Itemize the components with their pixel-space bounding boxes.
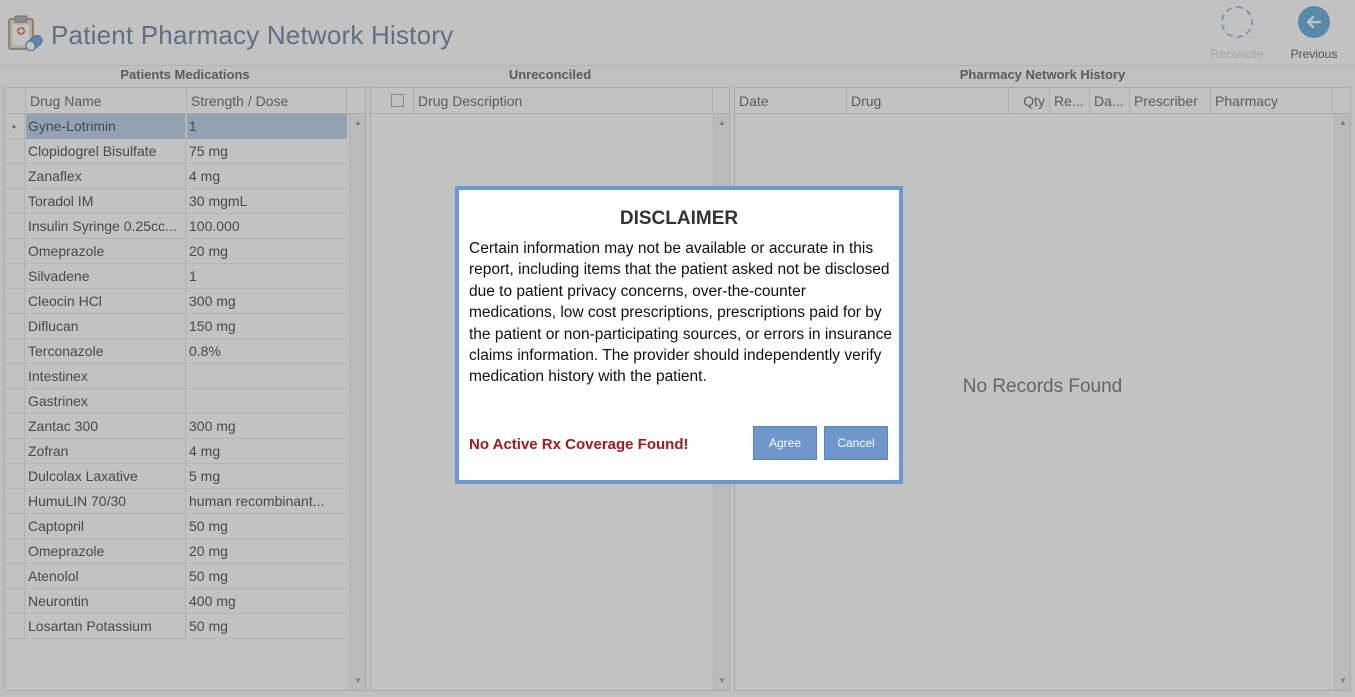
dialog-title: DISCLAIMER [619, 208, 739, 229]
agree-button[interactable]: Agree [753, 426, 817, 460]
coverage-warning: No Active Rx Coverage Found! [469, 436, 689, 453]
disclaimer-dialog: DISCLAIMER Certain information may not b… [455, 186, 903, 484]
dialog-body-text: Certain information may not be available… [469, 240, 893, 386]
cancel-button[interactable]: Cancel [824, 426, 888, 460]
